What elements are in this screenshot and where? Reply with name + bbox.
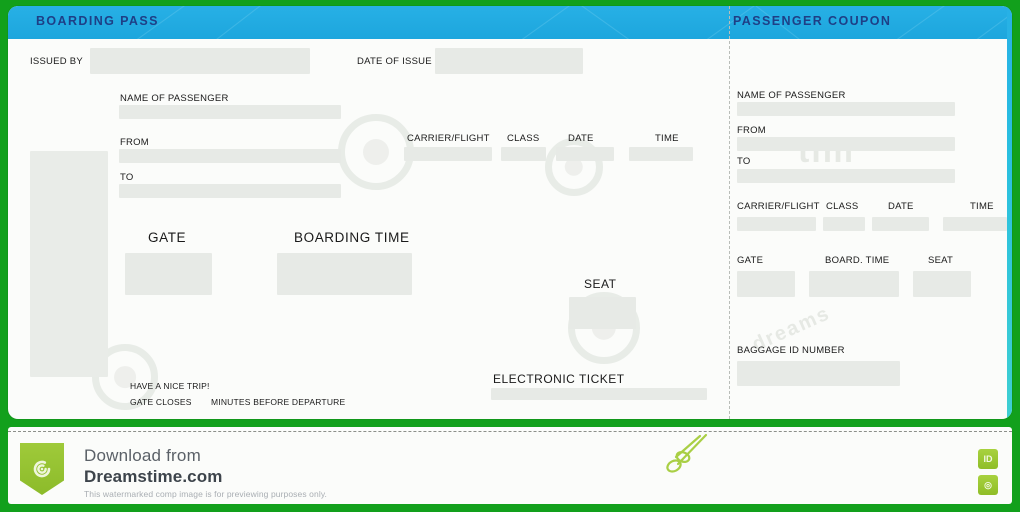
footer-dashed-cut-line xyxy=(8,431,1012,432)
coupon-class-field[interactable] xyxy=(823,217,865,231)
electronic-ticket-field[interactable] xyxy=(491,388,707,400)
coupon-carrier-flight-label: CARRIER/FLIGHT xyxy=(737,201,820,212)
coupon-class-label: CLASS xyxy=(826,201,859,212)
passenger-coupon-title: PASSENGER COUPON xyxy=(733,14,892,28)
boarding-time-label: BOARDING TIME xyxy=(294,230,410,245)
to-field[interactable] xyxy=(119,184,341,198)
badge-logo-icon: ◎ xyxy=(978,475,998,495)
coupon-seat-field[interactable] xyxy=(913,271,971,297)
class-field[interactable] xyxy=(501,147,546,161)
watermark-disclaimer-text: This watermarked comp image is for previ… xyxy=(84,489,327,499)
coupon-board-time-label: BOARD. TIME xyxy=(825,255,890,266)
coupon-date-label: DATE xyxy=(888,201,914,212)
coupon-gate-label: GATE xyxy=(737,255,764,266)
from-label: FROM xyxy=(120,137,149,148)
minutes-before-departure-label: MINUTES BEFORE DEPARTURE xyxy=(211,397,346,407)
download-from-text: Download from xyxy=(84,446,201,465)
date-field[interactable] xyxy=(556,147,614,161)
coupon-to-label: TO xyxy=(737,156,751,167)
coupon-name-of-passenger-field[interactable] xyxy=(737,102,955,116)
dreamstime-domain-text: Dreamstime.com xyxy=(84,467,223,486)
coupon-baggage-id-field[interactable] xyxy=(737,361,900,386)
name-of-passenger-label: NAME OF PASSENGER xyxy=(120,93,229,104)
left-side-grey-panel xyxy=(30,151,108,377)
coupon-name-of-passenger-label: NAME OF PASSENGER xyxy=(737,90,846,101)
name-of-passenger-field[interactable] xyxy=(119,105,341,119)
coupon-baggage-id-label: BAGGAGE ID NUMBER xyxy=(737,345,845,356)
scissors-icon xyxy=(666,433,708,473)
gate-field[interactable] xyxy=(125,253,212,295)
gate-label: GATE xyxy=(148,230,187,245)
class-label: CLASS xyxy=(507,133,540,144)
gate-closes-label: GATE CLOSES xyxy=(130,397,192,407)
spiral-icon xyxy=(33,460,51,478)
time-label: TIME xyxy=(655,133,679,144)
electronic-ticket-label: ELECTRONIC TICKET xyxy=(493,372,625,386)
coupon-date-field[interactable] xyxy=(872,217,929,231)
carrier-flight-field[interactable] xyxy=(404,147,492,161)
boarding-pass-title: BOARDING PASS xyxy=(36,14,159,28)
to-label: TO xyxy=(120,172,134,183)
ticket-right-blue-edge xyxy=(1007,6,1012,419)
issued-by-field[interactable] xyxy=(90,48,310,74)
coupon-time-field[interactable] xyxy=(943,217,1007,231)
coupon-board-time-field[interactable] xyxy=(809,271,899,297)
carrier-flight-label: CARRIER/FLIGHT xyxy=(407,133,490,144)
ticket-body: BOARDING PASS PASSENGER COUPON dre tim d… xyxy=(8,6,1012,419)
watermark-footer: Download from Dreamstime.com This waterm… xyxy=(8,427,1012,504)
screenshot-root: BOARDING PASS PASSENGER COUPON dre tim d… xyxy=(0,0,1020,512)
badge-id-label: ID xyxy=(978,449,998,469)
boarding-pass-ticket: BOARDING PASS PASSENGER COUPON dre tim d… xyxy=(8,6,1012,419)
dreamstime-logo-icon xyxy=(20,443,64,495)
date-label: DATE xyxy=(568,133,594,144)
boarding-time-field[interactable] xyxy=(277,253,412,295)
coupon-from-field[interactable] xyxy=(737,137,955,151)
coupon-time-label: TIME xyxy=(970,201,994,212)
seat-label: SEAT xyxy=(584,277,617,291)
coupon-gate-field[interactable] xyxy=(737,271,795,297)
date-of-issue-field[interactable] xyxy=(435,48,583,74)
coupon-seat-label: SEAT xyxy=(928,255,954,266)
from-field[interactable] xyxy=(119,149,341,163)
have-a-nice-trip-text: HAVE A NICE TRIP! xyxy=(130,381,210,391)
issued-by-label: ISSUED BY xyxy=(30,56,83,67)
coupon-from-label: FROM xyxy=(737,125,766,136)
date-of-issue-label: DATE OF ISSUE xyxy=(357,56,432,67)
coupon-carrier-flight-field[interactable] xyxy=(737,217,816,231)
watermark-ring-1 xyxy=(338,114,414,190)
coupon-separator-dashed-line xyxy=(729,6,730,419)
coupon-to-field[interactable] xyxy=(737,169,955,183)
seat-field[interactable] xyxy=(569,297,636,329)
ticket-header-bar: BOARDING PASS PASSENGER COUPON xyxy=(8,6,1012,39)
time-field[interactable] xyxy=(629,147,693,161)
